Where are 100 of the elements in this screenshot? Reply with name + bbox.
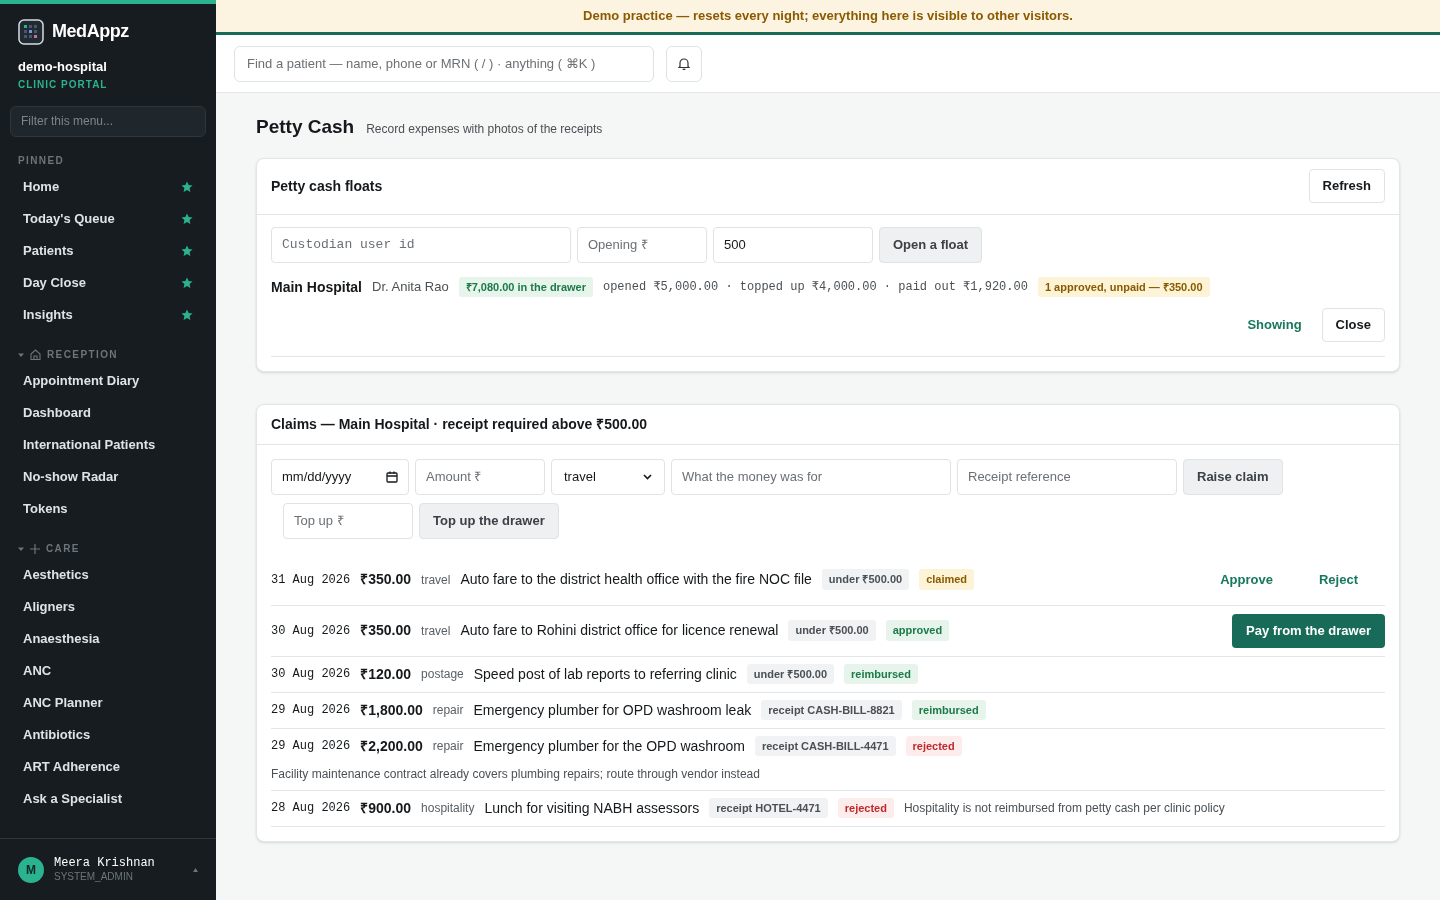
- section-heading: CARE: [46, 542, 80, 556]
- status-tag: rejected: [905, 735, 962, 757]
- sidebar-item[interactable]: Patients: [10, 234, 206, 267]
- sidebar-item[interactable]: ANC Planner: [10, 686, 206, 719]
- category-select[interactable]: travel: [551, 458, 665, 495]
- section-toggle-icon[interactable]: [18, 545, 24, 552]
- tenant-name: demo-hospital: [17, 58, 108, 76]
- star-icon[interactable]: [181, 212, 193, 225]
- close-button[interactable]: Close: [1321, 307, 1385, 342]
- brand-name: MedAppz: [52, 20, 129, 43]
- claim-date: 30 Aug 2026: [271, 666, 351, 683]
- opening-amount-field[interactable]: Opening ₹: [577, 226, 707, 263]
- sidebar-item[interactable]: Appointment Diary: [10, 364, 206, 397]
- claim-date: 31 Aug 2026: [271, 571, 351, 589]
- bell-icon: [678, 57, 690, 70]
- plus-icon: [30, 543, 40, 554]
- sidebar-item[interactable]: Aesthetics: [10, 558, 206, 591]
- receipt-tag: receipt CASH-BILL-8821: [761, 699, 902, 721]
- star-icon[interactable]: [181, 276, 193, 289]
- claim-amount: ₹350.00: [360, 570, 412, 589]
- section-heading: PINNED: [18, 154, 65, 168]
- claim-amount: ₹120.00: [360, 664, 412, 684]
- claim-date: 30 Aug 2026: [271, 622, 351, 640]
- card-title: Petty cash floats: [271, 176, 383, 196]
- sidebar-item[interactable]: Home: [10, 170, 206, 203]
- claim-description: Lunch for visiting NABH assessors: [484, 798, 700, 818]
- claim-category: travel: [421, 571, 451, 589]
- amount-field[interactable]: Amount ₹: [415, 458, 545, 495]
- float-site: Main Hospital: [271, 277, 362, 297]
- claim-category: postage: [421, 666, 464, 683]
- claim-amount: ₹2,200.00: [360, 736, 423, 756]
- amount-field[interactable]: 500: [713, 226, 873, 263]
- sidebar-item[interactable]: No-show Radar: [10, 460, 206, 493]
- status-tag: reimbursed: [911, 699, 986, 721]
- star-icon[interactable]: [181, 308, 193, 321]
- claim-date: 29 Aug 2026: [271, 702, 351, 719]
- sidebar-item[interactable]: ANC: [10, 654, 206, 687]
- caret-icon[interactable]: [193, 867, 198, 872]
- star-icon[interactable]: [181, 244, 193, 257]
- sidebar-item[interactable]: Ask a Specialist: [10, 782, 206, 815]
- drawer-balance-tag: ₹7,080.00 in the drawer: [458, 276, 593, 298]
- claim-description: Emergency plumber for OPD washroom leak: [473, 700, 752, 720]
- house-icon: [30, 349, 41, 360]
- top-up-field[interactable]: Top up ₹: [283, 502, 413, 539]
- claim-description: Speed post of lab reports to referring clinic: [473, 664, 737, 684]
- date-field[interactable]: mm/dd/yyyy: [271, 458, 409, 495]
- receipt-tag: receipt CASH-BILL-4471: [754, 735, 896, 757]
- receipt-field[interactable]: Receipt reference: [957, 458, 1177, 495]
- claim-category: travel: [421, 622, 451, 640]
- claim-category: repair: [432, 702, 464, 719]
- patient-search-field[interactable]: Find a patient — name, phone or MRN ( / ) · anything ( ⌘K ): [234, 45, 654, 82]
- app-grid-logo-icon: [18, 18, 44, 45]
- sidebar-item[interactable]: International Patients: [10, 428, 206, 461]
- calendar-icon: [386, 470, 398, 483]
- user-role: SYSTEM_ADMIN: [54, 870, 134, 884]
- notifications-button[interactable]: [666, 45, 702, 82]
- sidebar-item[interactable]: Insights: [10, 298, 206, 331]
- claim-amount: ₹900.00: [360, 798, 412, 818]
- status-tag: approved: [885, 620, 950, 641]
- refresh-button[interactable]: Refresh: [1308, 169, 1385, 203]
- claim-category: hospitality: [421, 800, 475, 817]
- float-custodian: Dr. Anita Rao: [372, 278, 449, 297]
- card-title: Claims — Main Hospital · receipt required above ₹500.00: [271, 414, 647, 434]
- claim-description: Auto fare to Rohini district office for licence renewal: [460, 621, 779, 640]
- menu-filter-field[interactable]: Filter this menu...: [10, 105, 206, 137]
- open-float-button[interactable]: Open a float: [879, 226, 983, 263]
- claim-date: 29 Aug 2026: [271, 738, 351, 755]
- action-link[interactable]: Approve: [1207, 569, 1286, 590]
- sidebar-item[interactable]: Dashboard: [10, 396, 206, 429]
- claim-description: Auto fare to the district health office with the fire NOC file: [460, 570, 812, 589]
- sidebar-item[interactable]: Tokens: [10, 492, 206, 525]
- demo-banner: Demo practice — resets every night; everything here is visible to other visitors.: [216, 0, 1440, 35]
- sidebar-item[interactable]: ART Adherence: [10, 750, 206, 783]
- sidebar-item[interactable]: Aligners: [10, 590, 206, 623]
- claim-amount: ₹350.00: [360, 621, 412, 640]
- sidebar-item[interactable]: Anaesthesia: [10, 622, 206, 655]
- sidebar-item[interactable]: Antibiotics: [10, 718, 206, 751]
- sidebar-item[interactable]: Today's Queue: [10, 202, 206, 235]
- section-toggle-icon[interactable]: [18, 351, 24, 358]
- sidebar-item[interactable]: Day Close: [10, 266, 206, 299]
- purpose-field[interactable]: What the money was for: [671, 458, 951, 495]
- section-heading: RECEPTION: [47, 348, 118, 362]
- raise-claim-button[interactable]: Raise claim: [1183, 458, 1283, 495]
- page-title: Petty Cash: [256, 115, 355, 139]
- status-tag: rejected: [837, 797, 894, 819]
- claim-category: repair: [432, 738, 464, 755]
- custodian-field[interactable]: Custodian user id: [271, 226, 571, 263]
- receipt-tag: under ₹500.00: [788, 620, 876, 641]
- top-up-button[interactable]: Top up the drawer: [419, 502, 559, 539]
- receipt-tag: under ₹500.00: [821, 569, 910, 590]
- claim-note: Facility maintenance contract already covers plumbing repairs; route through vendor instead: [271, 765, 761, 783]
- showing-link[interactable]: Showing: [1247, 314, 1302, 335]
- pending-tag: 1 approved, unpaid — ₹350.00: [1037, 276, 1210, 298]
- pay-button[interactable]: Pay from the drawer: [1232, 613, 1385, 648]
- star-icon[interactable]: [181, 180, 193, 193]
- claim-description: Emergency plumber for the OPD washroom: [473, 736, 745, 756]
- action-link[interactable]: Reject: [1305, 569, 1371, 590]
- user-name: Meera Krishnan: [54, 855, 156, 871]
- claim-note: Hospitality is not reimbursed from petty cash per clinic policy: [903, 800, 1225, 817]
- status-tag: reimbursed: [844, 663, 918, 685]
